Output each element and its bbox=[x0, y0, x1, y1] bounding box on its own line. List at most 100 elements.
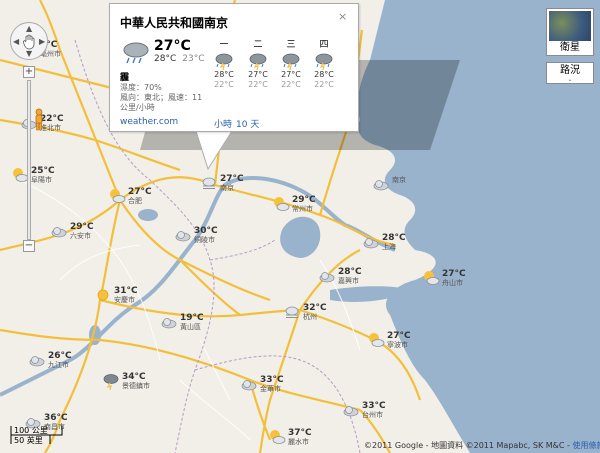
weather-marker-shanghai[interactable]: 28°C 上海 bbox=[362, 233, 406, 252]
forecast-low: 22°C bbox=[314, 80, 334, 89]
marker-temp: 29°C bbox=[70, 222, 94, 232]
current-low: 23°C bbox=[182, 54, 205, 64]
zoom-slider[interactable]: + − bbox=[23, 66, 35, 252]
sun-cloud-icon bbox=[369, 333, 385, 347]
weather-marker-taizhou[interactable]: 33°C 台州市 bbox=[342, 401, 386, 420]
scale-mi: 50 英里 bbox=[14, 436, 43, 445]
marker-temp: 27°C bbox=[387, 331, 411, 341]
forecast-day: 一 28°C 22°C bbox=[212, 40, 236, 90]
marker-city: 六安市 bbox=[70, 232, 91, 240]
cloud-icon bbox=[343, 406, 359, 417]
marker-temp: 34°C bbox=[122, 372, 146, 382]
marker-temp: 33°C bbox=[260, 375, 284, 385]
weather-marker-jinhua[interactable]: 33°C 金華市 bbox=[240, 375, 284, 394]
marker-city: 常州市 bbox=[292, 205, 313, 213]
marker-temp: 37°C bbox=[288, 428, 312, 438]
marker-temp: 27°C bbox=[442, 269, 466, 279]
marker-city: 寧波市 bbox=[387, 341, 408, 349]
weather-marker-tongling[interactable]: 30°C 銅陵市 bbox=[174, 226, 218, 245]
marker-temp: 29°C bbox=[292, 195, 316, 205]
ten-day-link[interactable]: 10 天 bbox=[236, 117, 259, 130]
marker-temp: 28°C bbox=[382, 233, 406, 243]
pan-up-icon[interactable]: ▲ bbox=[26, 25, 32, 33]
cloud-icon bbox=[175, 231, 191, 242]
zoom-out-button[interactable]: − bbox=[23, 240, 35, 252]
forecast-low: 22°C bbox=[281, 80, 301, 89]
weather-marker-luan[interactable]: 29°C 六安市 bbox=[50, 222, 94, 241]
marker-city: 嘉興市 bbox=[338, 277, 359, 285]
satellite-thumbnail bbox=[549, 11, 591, 41]
forecast-day-name: 三 bbox=[286, 40, 296, 50]
forecast-high: 28°C bbox=[314, 70, 334, 79]
sun-cloud-icon bbox=[270, 430, 286, 444]
copyright: ©2011 Google - 地圖資料 ©2011 Mapabc, SK M&C… bbox=[364, 440, 600, 451]
weather-marker-jiujiang[interactable]: 26°C 九江市 bbox=[28, 351, 72, 370]
weather-marker-zhoushan[interactable]: 27°C 舟山市 bbox=[422, 269, 466, 288]
satellite-map-button[interactable]: 衛星 bbox=[546, 8, 594, 56]
storm-icon bbox=[315, 53, 333, 70]
marker-city: 南京 bbox=[220, 184, 234, 192]
current-high: 28°C bbox=[154, 54, 177, 64]
cloud-icon bbox=[51, 227, 67, 238]
forecast-day: 三 27°C 22°C bbox=[279, 40, 303, 90]
weather-marker-hefei[interactable]: 27°C 合肥 bbox=[108, 187, 152, 206]
pegman-icon[interactable] bbox=[32, 108, 46, 132]
info-window-tail bbox=[196, 131, 233, 171]
forecast-high: 27°C bbox=[281, 70, 301, 79]
marker-city: 景德鎮市 bbox=[122, 382, 150, 390]
marker-city: 杭州 bbox=[303, 313, 317, 321]
storm-icon bbox=[282, 53, 300, 70]
weather-marker-nantong[interactable]: 南京 bbox=[372, 175, 406, 193]
weather-marker-changzhou[interactable]: 29°C 常州市 bbox=[272, 195, 316, 214]
hourly-link[interactable]: 小時 bbox=[214, 117, 232, 130]
zoom-track[interactable] bbox=[27, 80, 31, 240]
forecast-day-name: 四 bbox=[319, 40, 329, 50]
marker-city: 金華市 bbox=[260, 385, 281, 393]
cloud-icon bbox=[373, 180, 389, 191]
traffic-label: 路況 bbox=[560, 65, 580, 76]
storm-icon bbox=[215, 53, 233, 70]
zoom-in-button[interactable]: + bbox=[23, 66, 35, 78]
pan-right-icon[interactable]: ▶ bbox=[39, 38, 45, 46]
hand-icon bbox=[23, 34, 35, 50]
forecast-day-name: 二 bbox=[253, 40, 263, 50]
weather-info-window: 中華人民共和國南京 × 27°C 28°C 23°C 霾 濕度：70% 風向：東北… bbox=[109, 3, 359, 132]
weather-com-link[interactable]: weather.com bbox=[120, 117, 178, 127]
chevron-down-icon[interactable]: ⌄ bbox=[547, 77, 593, 83]
pan-left-icon[interactable]: ◀ bbox=[13, 38, 19, 46]
rain-icon bbox=[123, 42, 149, 64]
wind: 風向：東北；風速：11 bbox=[120, 93, 203, 102]
weather-marker-jiaxing[interactable]: 28°C 嘉興市 bbox=[318, 267, 362, 286]
close-icon[interactable]: × bbox=[338, 10, 347, 23]
marker-temp: 27°C bbox=[128, 187, 152, 197]
storm-icon bbox=[249, 53, 267, 70]
marker-temp: 33°C bbox=[362, 401, 386, 411]
weather-marker-ningbo[interactable]: 27°C 寧波市 bbox=[367, 331, 411, 350]
marker-city: 上海 bbox=[382, 243, 396, 251]
weather-marker-huangshan[interactable]: 19°C 黃山區 bbox=[160, 313, 204, 332]
weather-marker-jingdezhen[interactable]: 34°C 景德鎮市 bbox=[102, 372, 150, 391]
marker-city: 台州市 bbox=[362, 411, 383, 419]
forecast-day-name: 一 bbox=[219, 40, 229, 50]
marker-temp: 26°C bbox=[48, 351, 72, 361]
weather-marker-hangzhou[interactable]: 32°C 杭州 bbox=[283, 303, 327, 322]
cloud-icon bbox=[363, 238, 379, 249]
cloud-icon bbox=[319, 272, 335, 283]
sun-cloud-icon bbox=[274, 197, 290, 211]
marker-temp: 19°C bbox=[180, 313, 204, 323]
pan-down-icon[interactable]: ▼ bbox=[26, 50, 32, 58]
marker-temp: 36°C bbox=[44, 413, 68, 423]
haze-icon bbox=[285, 306, 299, 318]
current-high-low: 28°C 23°C bbox=[154, 54, 205, 64]
storm-icon bbox=[103, 374, 119, 390]
weather-marker-nanjing[interactable]: 27°C 南京 bbox=[200, 174, 244, 193]
pan-control[interactable]: ▲ ▼ ◀ ▶ bbox=[10, 22, 48, 60]
weather-marker-anqing[interactable]: 31°C 安慶市 bbox=[94, 286, 138, 305]
weather-marker-lishui[interactable]: 37°C 麗水市 bbox=[268, 428, 312, 447]
terms-link[interactable]: 使用條款 bbox=[572, 441, 600, 450]
cloud-icon bbox=[161, 318, 177, 329]
traffic-button[interactable]: 路況 ⌄ bbox=[546, 62, 594, 84]
forecast-day: 四 28°C 22°C bbox=[312, 40, 336, 90]
info-window-title: 中華人民共和國南京 bbox=[120, 16, 229, 30]
marker-city: 安慶市 bbox=[114, 296, 135, 304]
